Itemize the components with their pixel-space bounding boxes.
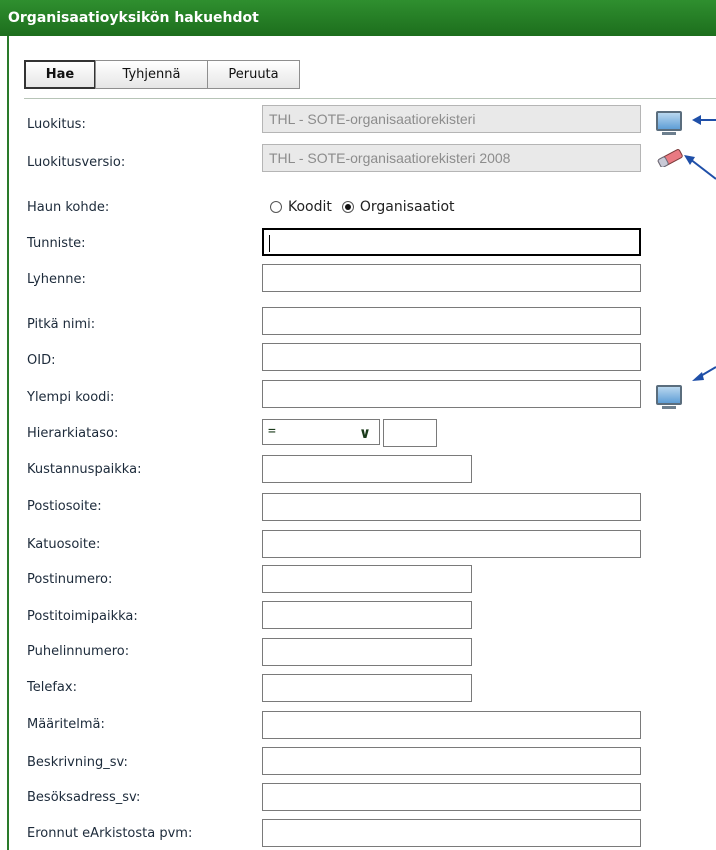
radio-organisaatiot[interactable]	[341, 201, 354, 213]
katuosoite-input[interactable]	[262, 530, 641, 558]
arrow-icon	[692, 366, 716, 381]
haun-kohde-radio-group: Koodit Organisaatiot	[270, 199, 455, 215]
kustannuspaikka-label: Kustannuspaikka:	[27, 462, 142, 477]
radio-organisaatiot-label: Organisaatiot	[359, 199, 455, 215]
tunniste-input[interactable]	[262, 228, 641, 256]
puhelinnumero-input[interactable]	[262, 638, 472, 666]
postitoimipaikka-label: Postitoimipaikka:	[27, 609, 138, 624]
kustannuspaikka-input[interactable]	[262, 455, 472, 483]
oid-label: OID:	[27, 353, 56, 368]
header-title: Organisaatioyksikön hakuehdot	[8, 10, 259, 26]
katuosoite-label: Katuosoite:	[27, 537, 101, 552]
divider	[24, 98, 716, 99]
luokitus-label: Luokitus:	[27, 117, 86, 132]
lyhenne-label: Lyhenne:	[27, 272, 86, 287]
pitka-nimi-label: Pitkä nimi:	[27, 317, 96, 332]
postinumero-input[interactable]	[262, 565, 472, 593]
radio-koodit[interactable]	[270, 201, 282, 213]
eronnut-input[interactable]	[262, 819, 641, 847]
maaritelma-input[interactable]	[262, 711, 641, 739]
luokitusversio-field: THL - SOTE-organisaatiorekisteri 2008	[262, 144, 641, 172]
postitoimipaikka-input[interactable]	[262, 601, 472, 629]
monitor-icon[interactable]	[656, 385, 682, 409]
toolbar: Hae Tyhjennä Peruuta	[24, 60, 300, 89]
operator-value: =	[268, 424, 276, 439]
luokitus-field: THL - SOTE-organisaatiorekisteri	[262, 105, 641, 133]
postiosoite-label: Postiosoite:	[27, 499, 102, 514]
left-border	[7, 36, 9, 850]
radio-koodit-label: Koodit	[288, 199, 332, 215]
telefax-label: Telefax:	[27, 680, 77, 695]
chevron-down-icon: ∨	[358, 424, 371, 442]
eraser-icon[interactable]	[655, 149, 685, 167]
maaritelma-label: Määritelmä:	[27, 717, 105, 732]
ylempi-koodi-label: Ylempi koodi:	[27, 390, 115, 405]
beskrivning-sv-input[interactable]	[262, 747, 641, 775]
oid-input[interactable]	[262, 343, 641, 371]
window-header: Organisaatioyksikön hakuehdot	[0, 0, 716, 36]
search-button[interactable]: Hae	[24, 60, 96, 89]
beskrivning-sv-label: Beskrivning_sv:	[27, 755, 128, 770]
hierarkiataso-operator-select[interactable]: = ∨	[262, 419, 380, 445]
hierarkiataso-input[interactable]	[383, 419, 437, 447]
telefax-input[interactable]	[262, 674, 472, 702]
tunniste-label: Tunniste:	[27, 236, 86, 251]
postiosoite-input[interactable]	[262, 493, 641, 521]
postinumero-label: Postinumero:	[27, 572, 113, 587]
luokitusversio-label: Luokitusversio:	[27, 155, 126, 170]
puhelinnumero-label: Puhelinnumero:	[27, 644, 130, 659]
ylempi-koodi-input[interactable]	[262, 380, 641, 408]
besoksadress-sv-input[interactable]	[262, 783, 641, 811]
monitor-icon[interactable]	[656, 111, 682, 135]
besoksadress-sv-label: Besöksadress_sv:	[27, 790, 141, 805]
haun-kohde-label: Haun kohde:	[27, 200, 110, 215]
cancel-button[interactable]: Peruuta	[207, 60, 300, 89]
hierarkiataso-label: Hierarkiataso:	[27, 426, 119, 441]
arrow-icon	[692, 115, 716, 125]
text-caret	[269, 234, 270, 252]
arrow-icon	[684, 155, 716, 180]
clear-button[interactable]: Tyhjennä	[95, 60, 208, 89]
eronnut-label: Eronnut eArkistosta pvm:	[27, 826, 193, 841]
pitka-nimi-input[interactable]	[262, 307, 641, 335]
lyhenne-input[interactable]	[262, 264, 641, 292]
